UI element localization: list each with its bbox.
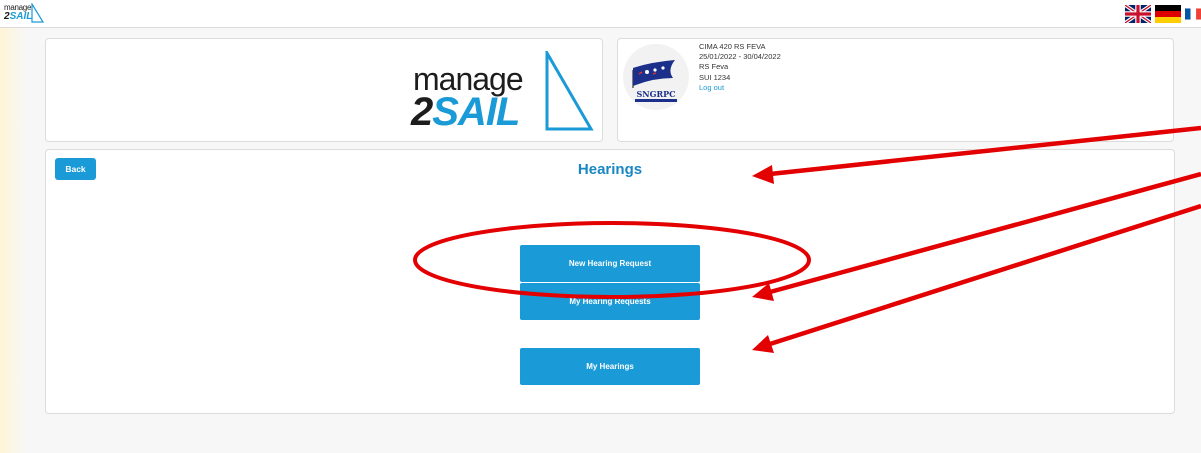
uk-flag-icon[interactable] [1125, 5, 1151, 23]
club-burgee-icon: SNGRPC [632, 60, 677, 102]
language-selector [1125, 5, 1201, 23]
new-hearing-request-button[interactable]: New Hearing Request [520, 245, 700, 282]
logo-word-2sail: 2SAIL [411, 90, 520, 134]
hearings-panel: Back Hearings New Hearing Request My Hea… [45, 149, 1175, 414]
page-title: Hearings [577, 161, 643, 178]
manage2sail-logo: manage 2SAIL [409, 47, 599, 135]
logo-panel: manage 2SAIL [45, 38, 603, 142]
club-logo-text: SNGRPC [637, 89, 676, 99]
my-hearing-requests-button[interactable]: My Hearing Requests [520, 283, 700, 320]
sail-number: SUI 1234 [699, 72, 731, 82]
left-edge-background [0, 28, 26, 453]
event-dates: 25/01/2022 - 30/04/2022 [699, 52, 781, 62]
boat-class: RS Feva [699, 62, 729, 72]
my-hearings-button[interactable]: My Hearings [520, 348, 700, 385]
event-name: CIMA 420 RS FEVA [699, 42, 766, 51]
german-flag-icon[interactable] [1155, 5, 1181, 23]
sail-icon [31, 3, 44, 23]
event-panel: SNGRPC CIMA 420 RS FEVA 25/01/2022 - 30/… [617, 38, 1174, 142]
club-logo: SNGRPC [623, 44, 689, 110]
french-flag-icon[interactable] [1185, 5, 1201, 23]
logout-link[interactable]: Log out [699, 83, 781, 93]
app-logo-small[interactable]: manage 2SAIL [4, 3, 58, 25]
event-info: CIMA 420 RS FEVA 25/01/2022 - 30/04/2022… [699, 42, 781, 93]
logo-small-bottom: 2SAIL [4, 11, 33, 22]
top-bar: manage 2SAIL [0, 0, 1201, 28]
sail-icon [545, 51, 594, 131]
